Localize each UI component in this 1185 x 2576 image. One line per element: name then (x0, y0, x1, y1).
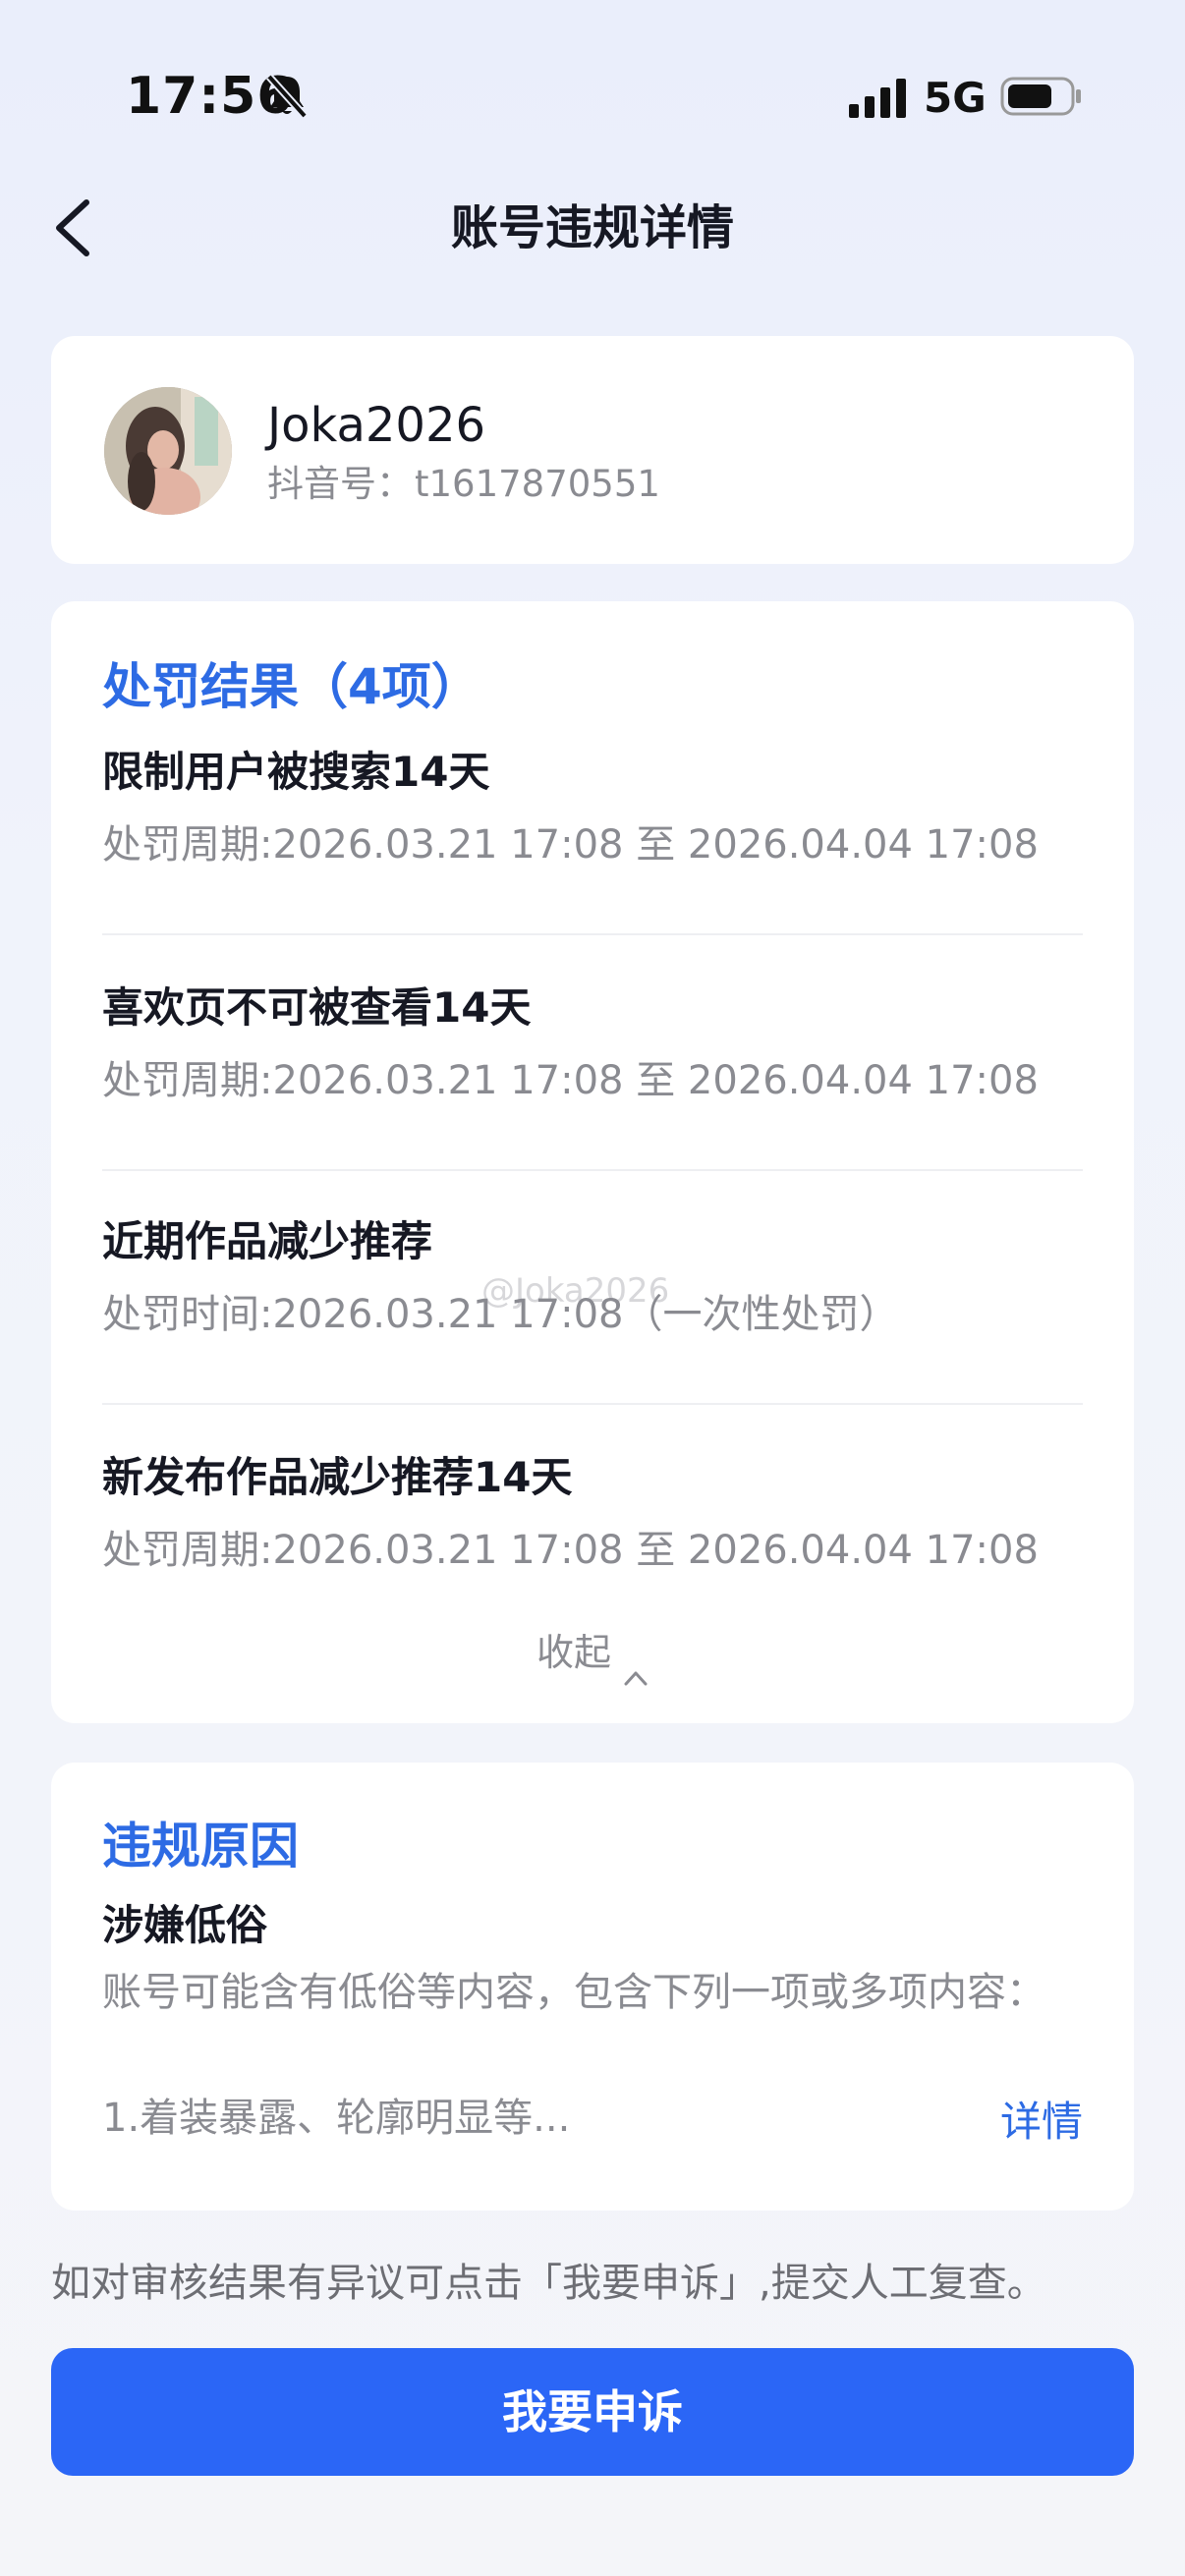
penalty-item-title: 新发布作品减少推荐14天 (102, 1453, 573, 1501)
douyin-id: 抖音号：t1617870551 (267, 458, 660, 511)
appeal-button[interactable]: 我要申诉 (51, 2348, 1134, 2476)
violation-type: 涉嫌低俗 (102, 1901, 268, 1949)
penalty-results-card: 处罚结果（4项） 限制用户被搜索14天 处罚周期:2026.03.21 17:0… (51, 601, 1134, 1723)
chevron-left-icon[interactable] (47, 193, 102, 263)
profile-card: Joka2026 抖音号：t1617870551 (51, 336, 1134, 564)
penalty-item-title: 近期作品减少推荐 (102, 1217, 433, 1265)
violation-reason-title: 违规原因 (102, 1763, 299, 1875)
collapse-button[interactable]: 收起 (51, 1623, 1134, 1685)
page-title: 账号违规详情 (450, 200, 734, 255)
divider (102, 1403, 1083, 1405)
penalty-results-title: 处罚结果（4项） (102, 658, 480, 715)
divider (102, 1169, 1083, 1171)
penalty-item: 限制用户被搜索14天 处罚周期:2026.03.21 17:08 至 2026.… (102, 743, 1083, 874)
divider (102, 933, 1083, 935)
details-link[interactable]: 详情 (1000, 2093, 1083, 2152)
penalty-item: 新发布作品减少推荐14天 处罚周期:2026.03.21 17:08 至 202… (102, 1448, 1083, 1580)
violation-reason-card: 违规原因 涉嫌低俗 账号可能含有低俗等内容，包含下列一项或多项内容： 1.着装暴… (51, 1763, 1134, 2211)
penalty-item-period: 处罚周期:2026.03.21 17:08 至 2026.04.04 17:08 (102, 1058, 1039, 1103)
network-type: 5G (924, 74, 987, 122)
signal-icon (849, 79, 908, 118)
collapse-label: 收起 (536, 1631, 611, 1674)
battery-icon (1000, 75, 1083, 118)
penalty-item-period: 处罚周期:2026.03.21 17:08 至 2026.04.04 17:08 (102, 1528, 1039, 1573)
violation-item: 1.着装暴露、轮廓明显等... (102, 2096, 571, 2141)
violation-description: 账号可能含有低俗等内容，包含下列一项或多项内容： (102, 1970, 1045, 2015)
penalty-item-period: 处罚周期:2026.03.21 17:08 至 2026.04.04 17:08 (102, 822, 1039, 868)
penalty-item-title: 喜欢页不可被查看14天 (102, 983, 532, 1032)
violation-reason-title-text: 违规原因 (102, 1818, 299, 1875)
username: Joka2026 (267, 398, 486, 453)
avatar[interactable] (104, 387, 232, 515)
douyin-id-label: 抖音号： (267, 463, 413, 505)
bell-slash-icon (265, 73, 309, 120)
penalty-item-title: 限制用户被搜索14天 (102, 748, 490, 796)
penalty-item: 喜欢页不可被查看14天 处罚周期:2026.03.21 17:08 至 2026… (102, 979, 1083, 1110)
chevron-up-icon (623, 1646, 649, 1685)
douyin-id-value: t1617870551 (415, 463, 660, 505)
appeal-hint: 如对审核结果有异议可点击「我要申诉」,提交人工复查。 (51, 2261, 1046, 2306)
watermark: @Joka2026 (481, 1271, 670, 1311)
